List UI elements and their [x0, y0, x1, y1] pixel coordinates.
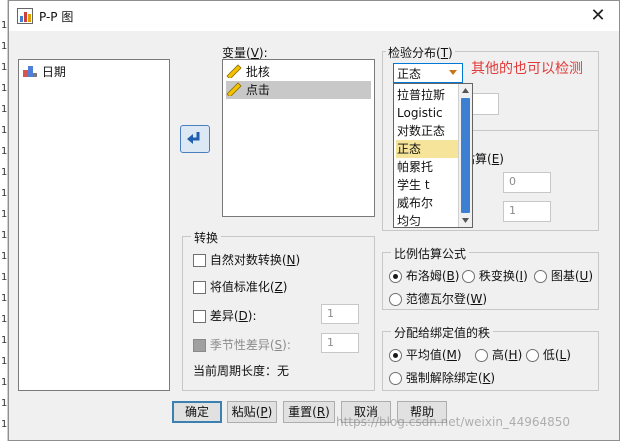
difference-checkbox-row[interactable]: 差异(D):: [193, 307, 257, 324]
background-sheet-rows: 1 1 1 1 1 1 1 1 1 1 1 1 1 1 1 1 1 1 1 1: [1, 20, 8, 430]
param-value-field: 0: [503, 172, 551, 193]
source-variable-list[interactable]: 日期: [18, 59, 170, 391]
reset-button[interactable]: 重置(R): [283, 401, 335, 423]
radio-button[interactable]: [475, 349, 488, 362]
scroll-up-icon[interactable]: [459, 85, 472, 97]
ties-option-break[interactable]: 强制解除绑定(K): [389, 369, 495, 386]
dropdown-option-uniform[interactable]: 均匀: [396, 212, 458, 230]
list-item-label: 日期: [41, 65, 66, 79]
distribution-selected-value: 正态: [397, 67, 422, 81]
title-bar[interactable]: P-P 图 ✕: [9, 1, 619, 31]
scrollbar-thumb[interactable]: [461, 98, 470, 213]
radio-button[interactable]: [389, 270, 402, 283]
list-item-label: 点击: [245, 83, 270, 97]
dropdown-option-student-t[interactable]: 学生 t: [396, 176, 458, 194]
proportion-legend: 比例估算公式: [391, 245, 470, 262]
proportion-option-tukey[interactable]: 图基(U): [534, 267, 593, 284]
dropdown-scrollbar[interactable]: [458, 84, 472, 227]
watermark: https://blog.csdn.net/weixin_44964850: [336, 415, 571, 429]
difference-value-field[interactable]: 1: [321, 304, 359, 324]
dropdown-option-laplace[interactable]: 拉普拉斯: [396, 86, 458, 104]
ok-button[interactable]: 确定: [172, 401, 222, 423]
other-distributions-hint: 其他的也可以检测: [471, 61, 583, 77]
radio-button[interactable]: [389, 293, 402, 306]
dropdown-option-normal[interactable]: 正态: [396, 140, 458, 158]
ties-option-mean[interactable]: 平均值(M): [389, 346, 462, 363]
ruler-pencil-icon: [226, 64, 242, 80]
pp-plot-dialog: P-P 图 ✕ 日期 变量(V): 批核 点击 转换 自然对数转换(N) 将值标…: [8, 0, 620, 441]
list-item-label: 批核: [245, 65, 270, 79]
dropdown-option-lognormal[interactable]: 对数正态: [396, 122, 458, 140]
seasonal-value-field: 1: [321, 333, 359, 353]
period-length-label: 当前周期长度：无: [193, 364, 290, 378]
proportion-formula-group: 比例估算公式 布洛姆(B) 秩变换(I) 图基(U) 范德瓦尔登(W): [382, 245, 599, 310]
chevron-down-icon: [449, 70, 457, 75]
move-variable-button[interactable]: [180, 125, 210, 153]
arrow-left-icon: [187, 132, 200, 144]
proportion-option-vanderwaerden[interactable]: 范德瓦尔登(W): [389, 290, 487, 307]
date-variable-icon: [23, 66, 37, 77]
radio-button[interactable]: [389, 349, 402, 362]
standardize-checkbox-row[interactable]: 将值标准化(Z): [193, 278, 287, 295]
list-item[interactable]: 日期: [22, 63, 66, 81]
dropdown-option-logistic[interactable]: Logistic: [396, 104, 458, 122]
variables-list[interactable]: 批核 点击: [222, 59, 375, 217]
list-item[interactable]: 批核: [226, 63, 270, 81]
ties-option-high[interactable]: 高(H): [475, 346, 522, 363]
transform-legend: 转换: [191, 229, 222, 246]
paste-button[interactable]: 粘贴(P): [227, 401, 277, 423]
ruler-pencil-icon: [226, 82, 242, 98]
dropdown-option-weibull[interactable]: 威布尔: [396, 194, 458, 212]
ties-option-low[interactable]: 低(L): [526, 346, 571, 363]
distribution-combobox[interactable]: 正态: [393, 63, 463, 83]
natural-log-checkbox-row[interactable]: 自然对数转换(N): [193, 251, 300, 268]
close-button[interactable]: ✕: [583, 5, 613, 27]
transform-group: 转换 自然对数转换(N) 将值标准化(Z) 差异(D): 1 季节性差异(S):…: [182, 229, 375, 391]
tied-ranks-group: 分配给绑定值的秩 平均值(M) 高(H) 低(L) 强制解除绑定(K): [382, 324, 599, 391]
proportion-option-blom[interactable]: 布洛姆(B): [389, 267, 459, 284]
radio-button[interactable]: [534, 270, 547, 283]
test-distribution-label: 检验分布(T): [386, 44, 455, 61]
difference-checkbox[interactable]: [193, 310, 206, 323]
param-value-field: 1: [503, 201, 551, 222]
radio-button[interactable]: [526, 349, 539, 362]
pp-chart-icon: [17, 8, 33, 24]
scroll-down-icon[interactable]: [459, 214, 472, 226]
window-title: P-P 图: [39, 10, 74, 24]
radio-button[interactable]: [462, 270, 475, 283]
seasonal-checkbox-row: 季节性差异(S):: [193, 336, 291, 353]
seasonal-checkbox: [193, 339, 206, 352]
natural-log-checkbox[interactable]: [193, 254, 206, 267]
list-item[interactable]: 点击: [226, 81, 371, 99]
proportion-option-rankit[interactable]: 秩变换(I): [462, 267, 528, 284]
dropdown-option-pareto[interactable]: 帕累托: [396, 158, 458, 176]
standardize-checkbox[interactable]: [193, 281, 206, 294]
tied-ranks-legend: 分配给绑定值的秩: [391, 324, 494, 341]
radio-button[interactable]: [389, 372, 402, 385]
distribution-dropdown-list[interactable]: 拉普拉斯 Logistic 对数正态 正态 帕累托 学生 t 威布尔 均匀: [393, 83, 473, 228]
